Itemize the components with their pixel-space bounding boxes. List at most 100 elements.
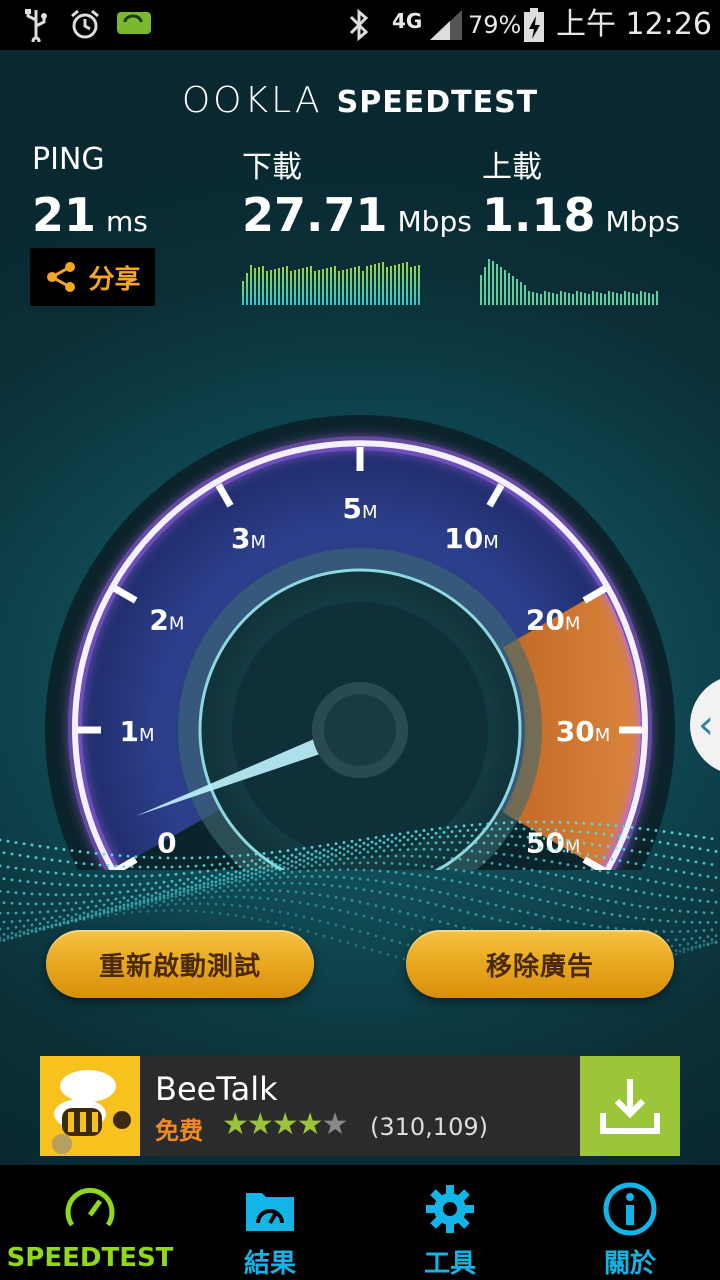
- wave-dot: [698, 945, 702, 949]
- wave-dot: [614, 900, 618, 904]
- wave-dot: [42, 881, 46, 885]
- wave-dot: [378, 839, 382, 843]
- wave-dot: [86, 892, 90, 896]
- graph-bar: [386, 267, 388, 305]
- info-icon: [603, 1182, 657, 1236]
- wave-dot: [578, 878, 582, 882]
- wave-dot: [302, 865, 306, 869]
- wave-dot: [226, 912, 230, 916]
- wave-dot: [446, 922, 450, 926]
- wave-dot: [122, 896, 126, 900]
- wave-dot: [102, 874, 106, 878]
- graph-bar: [624, 291, 626, 305]
- wave-dot: [274, 862, 278, 866]
- wave-dot: [242, 915, 246, 919]
- wave-dot: [222, 867, 226, 871]
- ping-value: 21 ms: [32, 188, 148, 242]
- wave-dot: [134, 855, 138, 859]
- wave-dot: [6, 926, 10, 930]
- wave-dot: [382, 841, 386, 845]
- wave-dot: [546, 900, 550, 904]
- wave-dot: [354, 856, 358, 860]
- ad-download-button[interactable]: [580, 1056, 680, 1156]
- remove-ads-button[interactable]: 移除廣告: [406, 930, 674, 998]
- wave-dot: [218, 878, 222, 882]
- wave-dot: [598, 925, 602, 928]
- wave-dot: [346, 868, 350, 872]
- wave-dot: [190, 856, 194, 860]
- wave-dot: [354, 912, 358, 916]
- graph-bar: [242, 281, 244, 305]
- wave-dot: [562, 875, 566, 878]
- graph-bar: [314, 271, 316, 305]
- wave-dot: [454, 834, 458, 838]
- graph-bar: [270, 270, 272, 305]
- nav-tools-label: 工具: [423, 1249, 476, 1279]
- nav-results[interactable]: 結果: [180, 1165, 360, 1280]
- wave-dot: [310, 875, 314, 878]
- wave-dot: [202, 896, 206, 899]
- wave-dot: [330, 907, 334, 911]
- wave-dot: [510, 907, 514, 911]
- wave-dot: [690, 872, 694, 876]
- wave-dot: [658, 919, 662, 922]
- wave-dot: [238, 854, 242, 857]
- nav-tools[interactable]: 工具: [360, 1165, 540, 1280]
- wave-dot: [566, 839, 570, 843]
- graph-bar: [338, 271, 340, 305]
- wave-dot: [518, 909, 522, 913]
- wave-dot: [678, 949, 682, 953]
- wave-dot: [686, 942, 690, 946]
- wave-dot: [294, 860, 298, 864]
- wave-dot: [522, 894, 526, 898]
- wave-dot: [546, 828, 550, 831]
- wave-dot: [678, 930, 682, 933]
- wave-dot: [438, 866, 442, 869]
- usb-icon: [22, 8, 50, 51]
- wave-dot: [322, 854, 326, 857]
- wave-dot: [634, 862, 638, 866]
- wave-dot: [110, 910, 114, 914]
- wave-dot: [198, 883, 202, 887]
- restart-test-button[interactable]: 重新啟動測試: [46, 930, 314, 998]
- wave-dot: [58, 923, 62, 927]
- wave-dot: [706, 848, 710, 852]
- wave-dot: [602, 883, 606, 887]
- wave-dot: [610, 885, 614, 888]
- graph-bar: [556, 294, 558, 305]
- wave-dot: [282, 898, 286, 902]
- wave-dot: [258, 865, 262, 869]
- wave-dot: [594, 854, 598, 858]
- wave-dot: [386, 953, 390, 956]
- wave-dot: [566, 919, 570, 923]
- wave-dot: [214, 876, 218, 880]
- share-label: 分享: [88, 264, 141, 295]
- wave-dot: [342, 925, 346, 929]
- wave-dot: [198, 856, 202, 860]
- ad-banner[interactable]: BeeTalk 免费 ★★★★★ (310,109): [40, 1056, 680, 1156]
- wave-dot: [618, 886, 622, 890]
- wave-dot: [458, 857, 462, 861]
- wave-dot: [274, 922, 278, 925]
- wave-dot: [690, 937, 694, 940]
- wave-dot: [82, 918, 86, 922]
- wave-dot: [330, 884, 334, 887]
- wave-dot: [558, 838, 562, 842]
- wave-dot: [430, 918, 434, 922]
- wave-dot: [226, 885, 230, 889]
- wave-dot: [650, 865, 654, 869]
- wave-dot: [186, 877, 190, 881]
- wave-dot: [690, 948, 694, 952]
- graph-bar: [480, 275, 482, 305]
- share-button[interactable]: 分享: [30, 248, 155, 306]
- graph-bar: [488, 259, 490, 305]
- wave-dot: [494, 903, 498, 907]
- graph-bar: [616, 293, 618, 305]
- wave-dot: [218, 862, 222, 866]
- wave-dot: [590, 867, 594, 871]
- nav-about[interactable]: 關於: [540, 1165, 720, 1280]
- nav-speedtest[interactable]: SPEEDTEST: [0, 1165, 180, 1280]
- wave-dot: [402, 871, 406, 875]
- wave-dot: [0, 889, 2, 893]
- wave-dot: [302, 875, 306, 878]
